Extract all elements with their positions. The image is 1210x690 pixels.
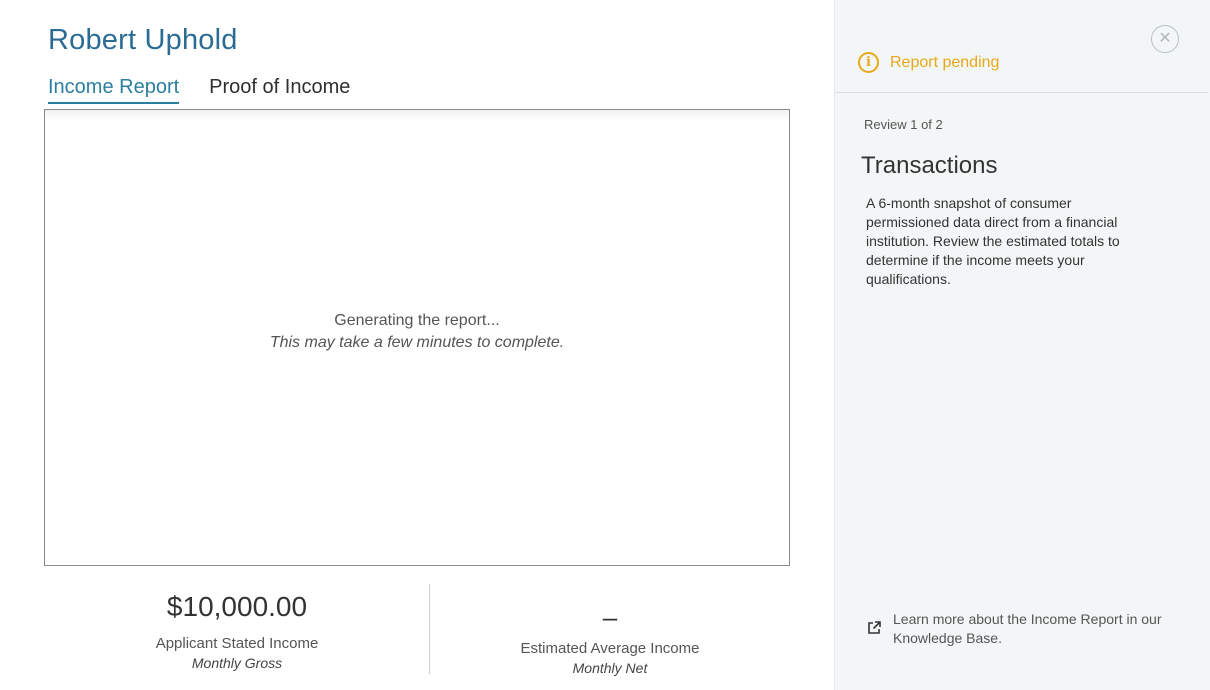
estimated-income-label: Estimated Average Income — [520, 640, 700, 657]
generating-submessage: This may take a few minutes to complete. — [269, 334, 565, 351]
tab-income-report[interactable]: Income Report — [48, 76, 180, 104]
review-count: Review 1 of 2 — [864, 117, 943, 132]
info-icon: i — [858, 52, 879, 73]
applicant-name: Robert Uphold — [48, 24, 238, 56]
status-text: Report pending — [890, 53, 1000, 71]
knowledge-base-text: Learn more about the Income Report in ou… — [893, 611, 1162, 646]
stated-income-label: Applicant Stated Income — [155, 635, 319, 652]
panel-divider — [835, 92, 1208, 93]
report-panel: Generating the report... This may take a… — [44, 109, 790, 566]
generating-message: Generating the report... — [334, 312, 500, 329]
report-tabs: Income Report Proof of Income — [48, 76, 380, 104]
external-link-icon — [868, 621, 881, 634]
estimated-income: – Estimated Average Income Monthly Net — [430, 584, 790, 676]
tab-proof-of-income[interactable]: Proof of Income — [209, 76, 350, 104]
report-status: i Report pending — [858, 52, 999, 73]
income-summary: $10,000.00 Applicant Stated Income Month… — [44, 584, 790, 676]
stated-income-sub: Monthly Gross — [191, 655, 283, 671]
panel-title: Transactions — [861, 152, 998, 179]
estimated-income-amount: – — [602, 602, 618, 632]
estimated-income-sub: Monthly Net — [572, 660, 648, 676]
close-icon[interactable]: ✕ — [1151, 25, 1179, 53]
stated-income: $10,000.00 Applicant Stated Income Month… — [44, 584, 430, 674]
panel-description: A 6-month snapshot of consumer permissio… — [866, 195, 1120, 287]
main-content: Robert Uphold Income Report Proof of Inc… — [0, 0, 834, 690]
knowledge-base-link[interactable]: Learn more about the Income Report in ou… — [866, 610, 1163, 648]
stated-income-amount: $10,000.00 — [166, 591, 308, 622]
review-panel: ✕ i Report pending Review 1 of 2 Transac… — [834, 0, 1210, 690]
